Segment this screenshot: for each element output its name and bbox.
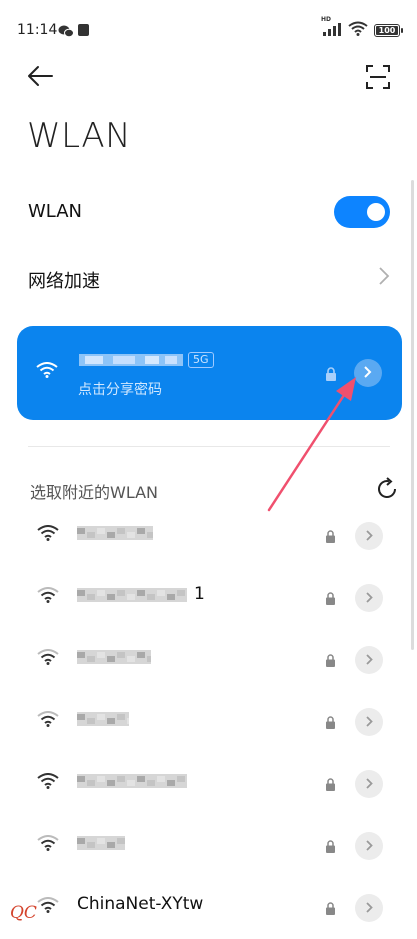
network-detail-button[interactable] bbox=[355, 522, 383, 550]
scan-qr-icon bbox=[365, 65, 391, 94]
chat-icon bbox=[58, 23, 74, 42]
share-password-hint: 点击分享密码 bbox=[78, 382, 162, 398]
network-acceleration-label: 网络加速 bbox=[28, 271, 100, 292]
chevron-right-icon bbox=[365, 837, 374, 856]
battery-text: 100 bbox=[378, 26, 396, 35]
network-name: 1 bbox=[194, 584, 205, 604]
network-name-redacted bbox=[77, 587, 187, 607]
network-detail-button[interactable] bbox=[355, 584, 383, 612]
network-row[interactable] bbox=[0, 691, 405, 753]
back-button[interactable] bbox=[26, 64, 56, 90]
wlan-toggle-row[interactable]: WLAN bbox=[28, 196, 390, 230]
network-row[interactable] bbox=[0, 629, 405, 691]
connected-network-name-redacted bbox=[79, 352, 183, 368]
network-row[interactable] bbox=[0, 505, 405, 567]
status-bar: 11:14 HD 100 bbox=[0, 0, 417, 60]
network-name-redacted bbox=[77, 773, 187, 793]
scan-button[interactable] bbox=[365, 64, 393, 92]
wlan-toggle-switch[interactable] bbox=[334, 196, 390, 228]
chevron-right-icon bbox=[378, 266, 390, 290]
network-row[interactable]: ChinaNet-XYtw bbox=[0, 877, 405, 939]
network-badge: HD bbox=[321, 16, 332, 23]
refresh-button[interactable] bbox=[375, 477, 399, 505]
network-name-redacted bbox=[77, 711, 135, 731]
wifi-status-icon bbox=[348, 21, 368, 40]
arrow-left-icon bbox=[26, 66, 54, 92]
network-name: ChinaNet-XYtw bbox=[77, 894, 204, 914]
wifi-icon bbox=[37, 587, 59, 607]
wifi-icon bbox=[37, 773, 59, 793]
status-time: 11:14 bbox=[17, 22, 58, 38]
lock-icon bbox=[325, 652, 336, 671]
network-detail-button[interactable] bbox=[355, 770, 383, 798]
chevron-right-icon bbox=[365, 775, 374, 794]
network-name-redacted bbox=[77, 835, 125, 855]
chevron-right-icon bbox=[365, 527, 374, 546]
network-row[interactable]: 1 bbox=[0, 567, 405, 629]
wifi-icon bbox=[37, 897, 59, 917]
nearby-networks-title: 选取附近的WLAN bbox=[30, 483, 159, 502]
wifi-icon bbox=[37, 711, 59, 731]
network-detail-button[interactable] bbox=[355, 894, 383, 922]
refresh-icon bbox=[375, 477, 399, 505]
status-icons: HD 100 bbox=[321, 16, 403, 40]
chevron-right-icon bbox=[365, 713, 374, 732]
app-notification-icon bbox=[78, 24, 89, 36]
chevron-right-icon bbox=[365, 899, 374, 918]
battery-icon: 100 bbox=[374, 24, 403, 37]
cellular-signal-icon: HD bbox=[321, 16, 342, 40]
wlan-toggle-label: WLAN bbox=[28, 201, 83, 222]
network-name-redacted bbox=[77, 649, 155, 669]
wifi-icon bbox=[36, 362, 58, 382]
lock-icon bbox=[325, 714, 336, 733]
page-title: WLAN bbox=[27, 116, 132, 156]
divider bbox=[28, 446, 390, 447]
band-tag: 5G bbox=[188, 352, 214, 368]
lock-icon bbox=[325, 838, 336, 857]
network-acceleration-row[interactable]: 网络加速 bbox=[28, 262, 390, 296]
wifi-icon bbox=[37, 525, 59, 545]
chevron-right-icon bbox=[365, 651, 374, 670]
network-row[interactable] bbox=[0, 815, 405, 877]
network-detail-button[interactable] bbox=[355, 708, 383, 736]
network-detail-button[interactable] bbox=[354, 359, 382, 387]
network-detail-button[interactable] bbox=[355, 832, 383, 860]
lock-icon bbox=[325, 366, 337, 385]
watermark: QC bbox=[10, 903, 37, 923]
lock-icon bbox=[325, 590, 336, 609]
network-name-redacted bbox=[77, 525, 155, 545]
scrollbar[interactable] bbox=[411, 180, 414, 650]
lock-icon bbox=[325, 900, 336, 919]
lock-icon bbox=[325, 528, 336, 547]
chevron-right-icon bbox=[365, 589, 374, 608]
wifi-icon bbox=[37, 835, 59, 855]
wifi-icon bbox=[37, 649, 59, 669]
chevron-right-icon bbox=[363, 364, 373, 383]
connected-network-card[interactable]: 5G 点击分享密码 bbox=[17, 326, 402, 420]
lock-icon bbox=[325, 776, 336, 795]
network-row[interactable] bbox=[0, 753, 405, 815]
toggle-knob bbox=[367, 203, 385, 221]
network-detail-button[interactable] bbox=[355, 646, 383, 674]
